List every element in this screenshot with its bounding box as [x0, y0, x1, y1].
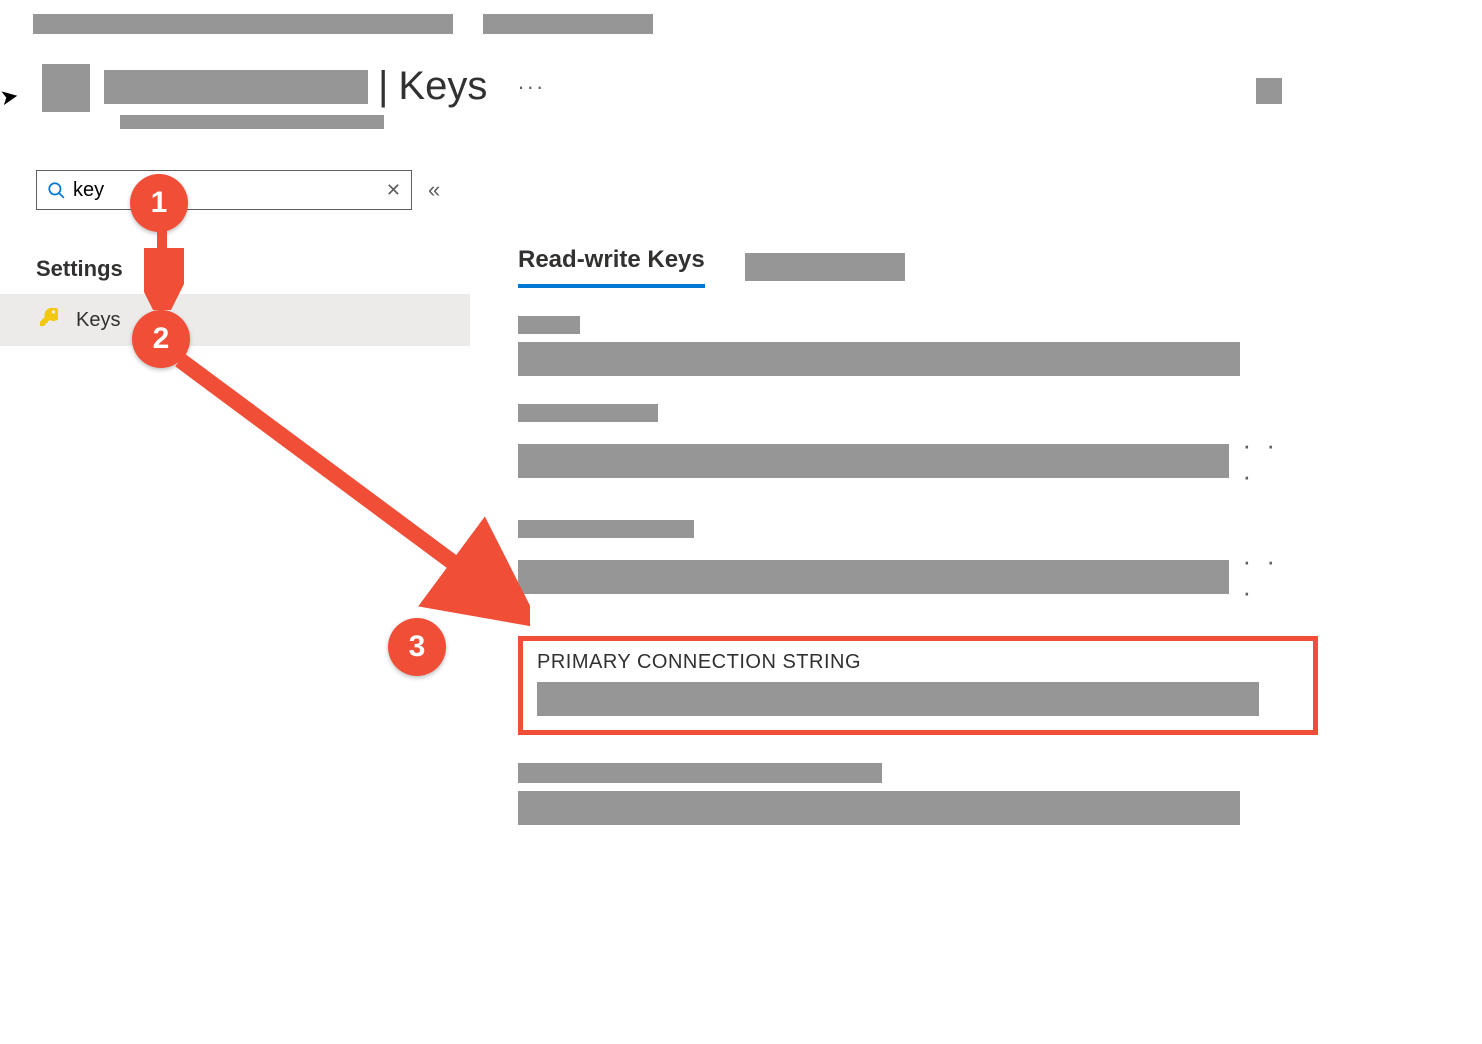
primary-connection-string-highlight: PRIMARY CONNECTION STRING [518, 636, 1318, 735]
primary-connection-string-label: PRIMARY CONNECTION STRING [537, 651, 1299, 674]
breadcrumb-segment [483, 14, 653, 34]
resource-name-redacted [104, 70, 368, 104]
breadcrumb [33, 14, 653, 34]
title-separator: | [378, 64, 388, 109]
collapse-sidebar-button[interactable]: « [428, 177, 432, 203]
sidebar-search-input[interactable] [65, 179, 386, 202]
clear-search-icon[interactable]: ✕ [386, 180, 401, 201]
sidebar-search-box[interactable]: ✕ [36, 170, 412, 210]
tab-redacted[interactable] [745, 253, 905, 281]
resource-icon [42, 64, 90, 112]
primary-connection-string-value[interactable] [537, 682, 1259, 716]
field-block: · · · [518, 404, 1302, 492]
key-icon [40, 308, 58, 332]
field-block: · · · [518, 520, 1302, 608]
breadcrumb-segment [33, 14, 453, 34]
field-more-button[interactable]: · · · [1243, 546, 1302, 608]
tabs-row: Read-write Keys [518, 246, 1302, 288]
field-value-redacted[interactable] [518, 444, 1229, 478]
field-value-redacted[interactable] [518, 342, 1240, 376]
search-icon [47, 181, 65, 199]
annotation-step-3: 3 [388, 618, 446, 676]
field-label-redacted [518, 520, 694, 538]
field-value-redacted[interactable] [518, 560, 1229, 594]
sidebar-item-keys[interactable]: Keys [0, 294, 470, 346]
annotation-arrow-2-3 [170, 350, 530, 630]
resource-subtitle-redacted [120, 115, 384, 129]
tab-read-write-keys[interactable]: Read-write Keys [518, 246, 705, 288]
field-label-redacted [518, 404, 658, 422]
sidebar-section-header: Settings [36, 256, 476, 282]
field-block [518, 316, 1302, 376]
mouse-cursor-icon: ➤ [0, 83, 21, 112]
main-panel: Read-write Keys · · · · · · PRIMARY CONN… [518, 246, 1302, 825]
close-blade-button[interactable] [1256, 78, 1282, 104]
annotation-step-1: 1 [130, 174, 188, 232]
field-block [518, 763, 1302, 825]
more-menu-button[interactable]: ··· [517, 74, 545, 100]
annotation-step-2: 2 [132, 310, 190, 368]
field-more-button[interactable]: · · · [1243, 430, 1302, 492]
field-label-redacted [518, 316, 580, 334]
field-label-redacted [518, 763, 882, 783]
sidebar-item-label: Keys [76, 309, 120, 332]
page-title-row: | Keys ··· [42, 64, 545, 129]
field-value-redacted[interactable] [518, 791, 1240, 825]
page-title: Keys [398, 64, 487, 109]
sidebar: ✕ « Settings Keys [36, 170, 476, 346]
